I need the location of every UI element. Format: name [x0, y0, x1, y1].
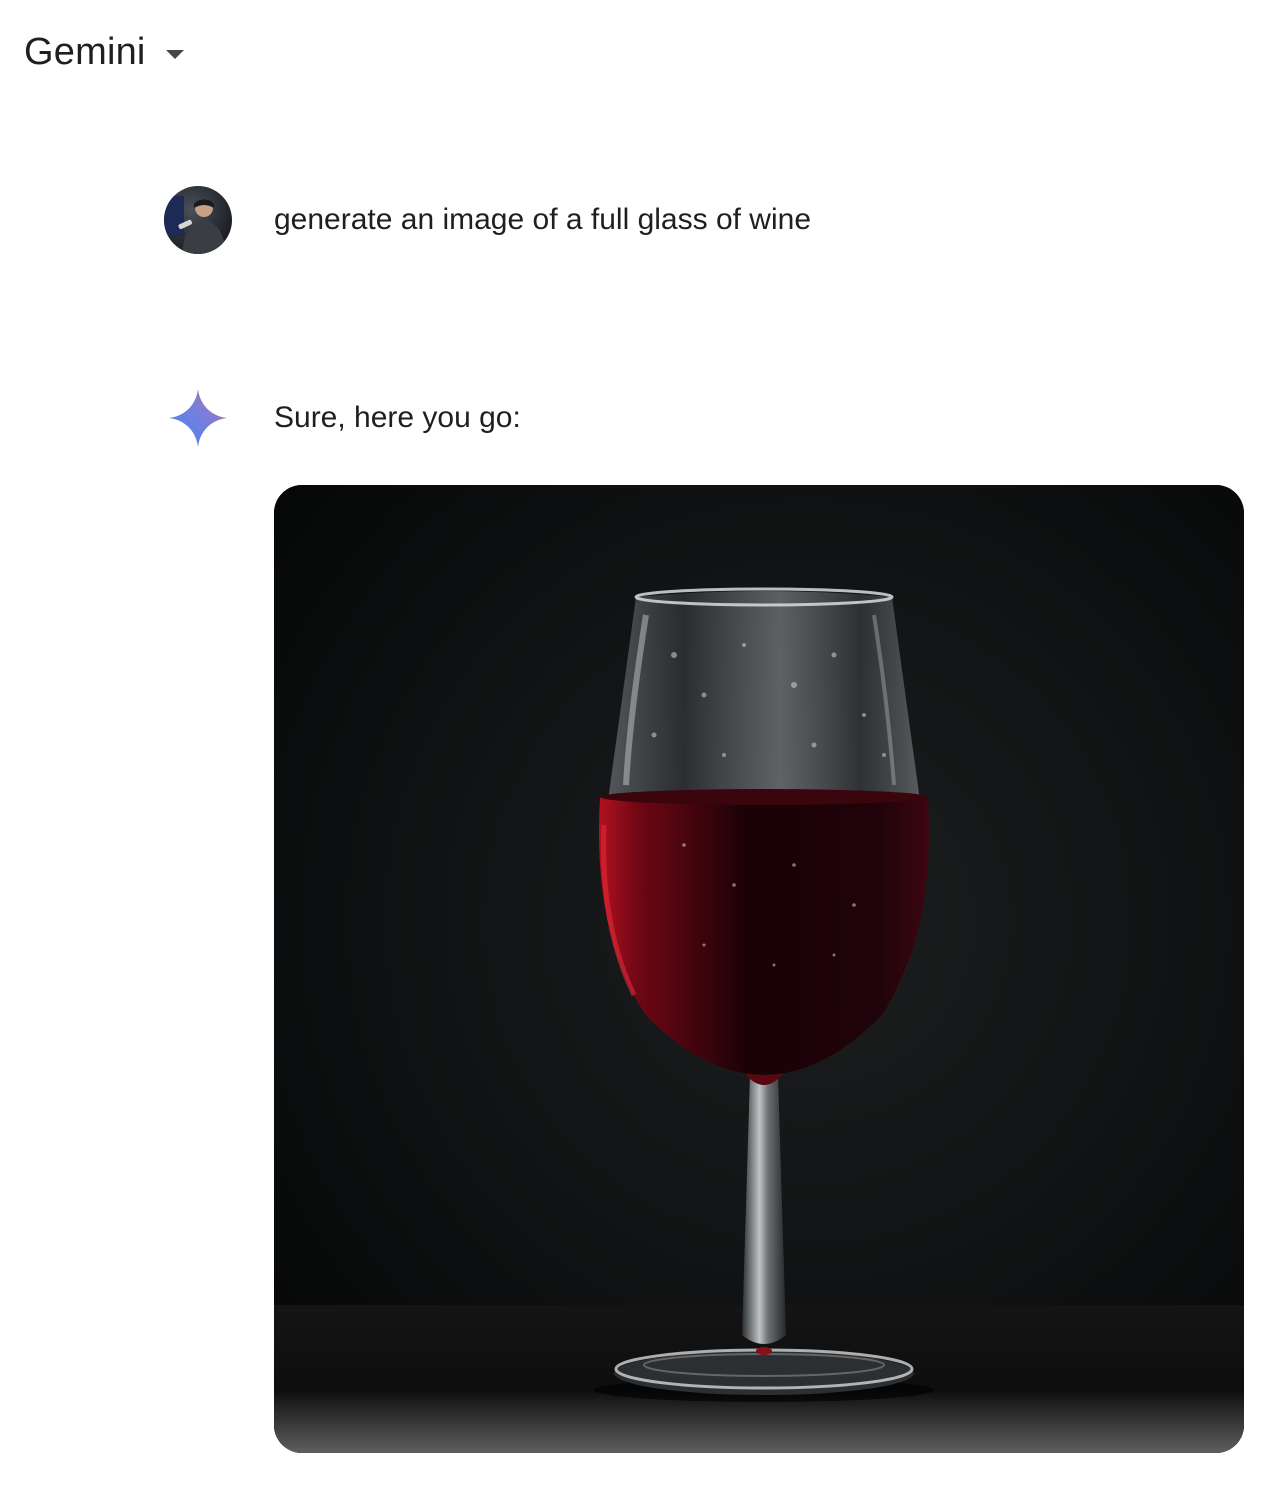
app-title: Gemini [24, 30, 146, 73]
model-response-text: Sure, here you go: [274, 401, 521, 434]
gemini-sparkle-icon [164, 384, 232, 452]
caret-down-icon[interactable] [165, 49, 184, 59]
user-message: generate an image of a full glass of win… [164, 186, 811, 254]
user-message-text: generate an image of a full glass of win… [274, 203, 811, 236]
model-selector[interactable]: Gemini [24, 24, 184, 80]
user-avatar[interactable] [164, 186, 232, 254]
model-response: Sure, here you go: [164, 384, 521, 452]
generated-image[interactable] [274, 485, 1244, 1453]
